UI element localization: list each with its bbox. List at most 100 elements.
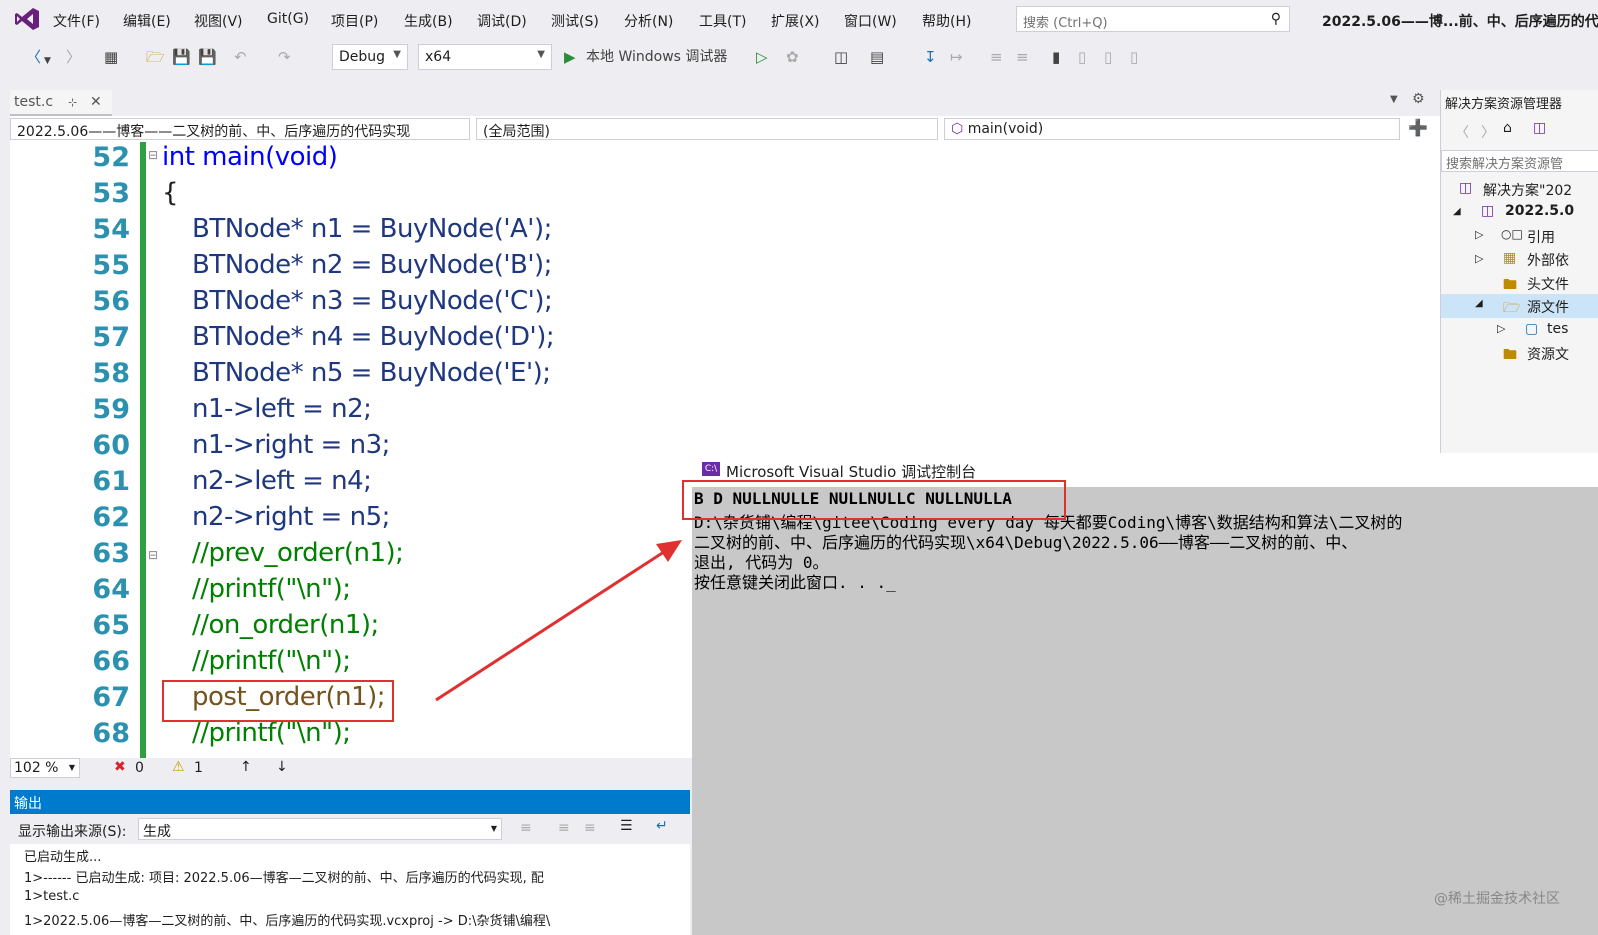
code-line[interactable]: BTNode* n3 = BuyNode('C'); bbox=[192, 286, 553, 316]
code-line[interactable]: { bbox=[162, 178, 179, 208]
close-icon[interactable]: ✕ bbox=[90, 94, 102, 110]
warning-icon[interactable]: ⚠ bbox=[172, 759, 185, 775]
clear-all-icon[interactable]: ☰ bbox=[620, 818, 633, 834]
tab-test-c[interactable]: test.c ⊹ ✕ bbox=[10, 90, 112, 116]
menu-window[interactable]: 窗口(W) bbox=[844, 11, 897, 31]
collapse-arrow-icon[interactable]: ▷ bbox=[1497, 322, 1505, 335]
platform-select[interactable]: x64 ▼ bbox=[418, 44, 552, 70]
tree-item-resource-files[interactable]: 资源文 bbox=[1527, 344, 1569, 364]
menu-file[interactable]: 文件(F) bbox=[53, 11, 100, 31]
collapse-icon[interactable]: ⊟ bbox=[148, 548, 158, 562]
back-dropdown-icon[interactable]: ▼ bbox=[44, 52, 51, 70]
tree-item-references[interactable]: 引用 bbox=[1527, 227, 1555, 247]
split-icon[interactable]: ➕ bbox=[1408, 118, 1428, 137]
solution-explorer-icon[interactable]: ◫ bbox=[834, 48, 848, 66]
prev-message-icon[interactable]: ≡ bbox=[558, 820, 570, 836]
code-line[interactable]: //on_order(n1); bbox=[192, 610, 379, 640]
code-line[interactable]: //printf("\n"); bbox=[192, 574, 351, 604]
visual-studio-logo-icon[interactable] bbox=[14, 6, 40, 32]
comment-icon[interactable]: ≡ bbox=[990, 48, 1003, 66]
menu-build[interactable]: 生成(B) bbox=[404, 11, 453, 31]
menu-git[interactable]: Git(G) bbox=[267, 11, 309, 27]
collapse-arrow-icon[interactable]: ▷ bbox=[1475, 228, 1483, 241]
step-over-icon[interactable]: ↦ bbox=[950, 48, 963, 66]
tree-item-test-c[interactable]: tes bbox=[1547, 321, 1568, 337]
save-icon[interactable]: 💾 bbox=[172, 48, 191, 66]
search-input[interactable]: 搜索 (Ctrl+Q) ⚲ bbox=[1016, 6, 1290, 32]
start-debugging-icon[interactable]: ▶ bbox=[564, 48, 576, 66]
expand-arrow-icon[interactable]: ◢ bbox=[1475, 298, 1483, 309]
menu-project[interactable]: 项目(P) bbox=[331, 11, 378, 31]
pin-icon[interactable]: ⊹ bbox=[68, 96, 77, 109]
scope-select[interactable]: (全局范围) bbox=[476, 118, 938, 140]
project-select[interactable]: 2022.5.06——博客——二叉树的前、中、后序遍历的代码实现 bbox=[10, 118, 470, 140]
hot-reload-icon[interactable]: ✿ bbox=[786, 48, 799, 66]
tab-dropdown-icon[interactable]: ▼ bbox=[1390, 94, 1398, 105]
menu-analyze[interactable]: 分析(N) bbox=[624, 11, 673, 31]
code-line[interactable]: BTNode* n4 = BuyNode('D'); bbox=[192, 322, 555, 352]
start-without-debugging-icon[interactable]: ▷ bbox=[756, 48, 768, 66]
console-text-area[interactable]: B D NULLNULLE NULLNULLC NULLNULLA D:\杂货铺… bbox=[692, 487, 1598, 935]
output-source-select[interactable]: 生成 ▼ bbox=[138, 818, 502, 840]
collapse-arrow-icon[interactable]: ▷ bbox=[1475, 252, 1483, 265]
uncomment-icon[interactable]: ≡ bbox=[1016, 48, 1029, 66]
forward-icon[interactable]: 〉 bbox=[66, 48, 81, 66]
arrow-down-icon[interactable]: ↓ bbox=[276, 759, 288, 775]
menu-help[interactable]: 帮助(H) bbox=[922, 11, 971, 31]
menu-view[interactable]: 视图(V) bbox=[194, 11, 243, 31]
tree-item-header-files[interactable]: 头文件 bbox=[1527, 274, 1569, 294]
debugger-label[interactable]: 本地 Windows 调试器 bbox=[586, 48, 727, 66]
code-line[interactable]: //printf("\n"); bbox=[192, 718, 351, 748]
configuration-select[interactable]: Debug ▼ bbox=[332, 44, 408, 70]
tree-item-solution[interactable]: 解决方案"202 bbox=[1483, 180, 1572, 200]
bookmark-icon[interactable]: ▮ bbox=[1052, 48, 1060, 66]
prev-bookmark-icon[interactable]: ▯ bbox=[1078, 48, 1086, 66]
clear-bookmarks-icon[interactable]: ▯ bbox=[1130, 48, 1138, 66]
output-panel-header[interactable]: 输出 bbox=[10, 790, 690, 814]
code-line[interactable]: BTNode* n2 = BuyNode('B'); bbox=[192, 250, 552, 280]
menu-debug[interactable]: 调试(D) bbox=[477, 11, 527, 31]
open-folder-icon[interactable]: 🗁 bbox=[146, 48, 165, 66]
menu-edit[interactable]: 编辑(E) bbox=[123, 11, 171, 31]
code-line[interactable]: int main(void) bbox=[162, 142, 338, 172]
word-wrap-icon[interactable]: ↵ bbox=[656, 818, 668, 834]
arrow-up-icon[interactable]: ↑ bbox=[240, 759, 252, 775]
back-icon[interactable]: 〈 bbox=[1455, 122, 1469, 142]
solution-search-input[interactable]: 搜索解决方案资源管 bbox=[1441, 150, 1598, 172]
member-select[interactable]: ⬡ main(void) bbox=[944, 118, 1400, 140]
code-line[interactable]: //printf("\n"); bbox=[192, 646, 351, 676]
menu-extensions[interactable]: 扩展(X) bbox=[771, 11, 820, 31]
code-line[interactable]: n1->left = n2; bbox=[192, 394, 372, 424]
window-layout-icon[interactable]: ▤ bbox=[870, 48, 884, 66]
menu-test[interactable]: 测试(S) bbox=[551, 11, 599, 31]
home-icon[interactable]: ⌂ bbox=[1503, 120, 1512, 136]
find-message-icon[interactable]: ≡ bbox=[520, 820, 532, 836]
code-line[interactable]: n2->left = n4; bbox=[192, 466, 372, 496]
next-bookmark-icon[interactable]: ▯ bbox=[1104, 48, 1112, 66]
back-icon[interactable]: 〈 bbox=[26, 48, 41, 66]
code-line[interactable]: BTNode* n1 = BuyNode('A'); bbox=[192, 214, 552, 244]
next-message-icon[interactable]: ≡ bbox=[584, 820, 596, 836]
code-line[interactable]: n2->right = n5; bbox=[192, 502, 390, 532]
zoom-select[interactable]: 102 % ▼ bbox=[10, 758, 80, 778]
tree-item-project[interactable]: 2022.5.0 bbox=[1505, 203, 1574, 219]
error-icon[interactable]: ✖ bbox=[114, 759, 126, 775]
collapse-icon[interactable]: ⊟ bbox=[148, 148, 158, 162]
tree-item-source-files[interactable]: 源文件 bbox=[1527, 297, 1569, 317]
redo-icon[interactable]: ↷ bbox=[278, 48, 291, 66]
gear-icon[interactable]: ⚙ bbox=[1412, 91, 1425, 107]
step-into-icon[interactable]: ↧ bbox=[924, 48, 937, 66]
output-text-area[interactable]: 已启动生成... 1>------ 已启动生成: 项目: 2022.5.06—博… bbox=[10, 844, 690, 935]
forward-icon[interactable]: 〉 bbox=[1481, 122, 1495, 142]
code-line[interactable]: n1->right = n3; bbox=[192, 430, 390, 460]
save-all-icon[interactable]: 💾 bbox=[198, 48, 217, 66]
code-line[interactable]: BTNode* n5 = BuyNode('E'); bbox=[192, 358, 551, 388]
menu-tools[interactable]: 工具(T) bbox=[699, 11, 746, 31]
search-icon[interactable]: ⚲ bbox=[1271, 11, 1281, 27]
debug-console-window[interactable]: C:\ Microsoft Visual Studio 调试控制台 B D NU… bbox=[692, 453, 1598, 935]
new-project-icon[interactable]: ▦ bbox=[104, 48, 118, 66]
undo-icon[interactable]: ↶ bbox=[234, 48, 247, 66]
switch-views-icon[interactable]: ◫ bbox=[1533, 120, 1546, 136]
tree-item-external-deps[interactable]: 外部依 bbox=[1527, 250, 1569, 270]
code-line[interactable]: //prev_order(n1); bbox=[192, 538, 404, 568]
